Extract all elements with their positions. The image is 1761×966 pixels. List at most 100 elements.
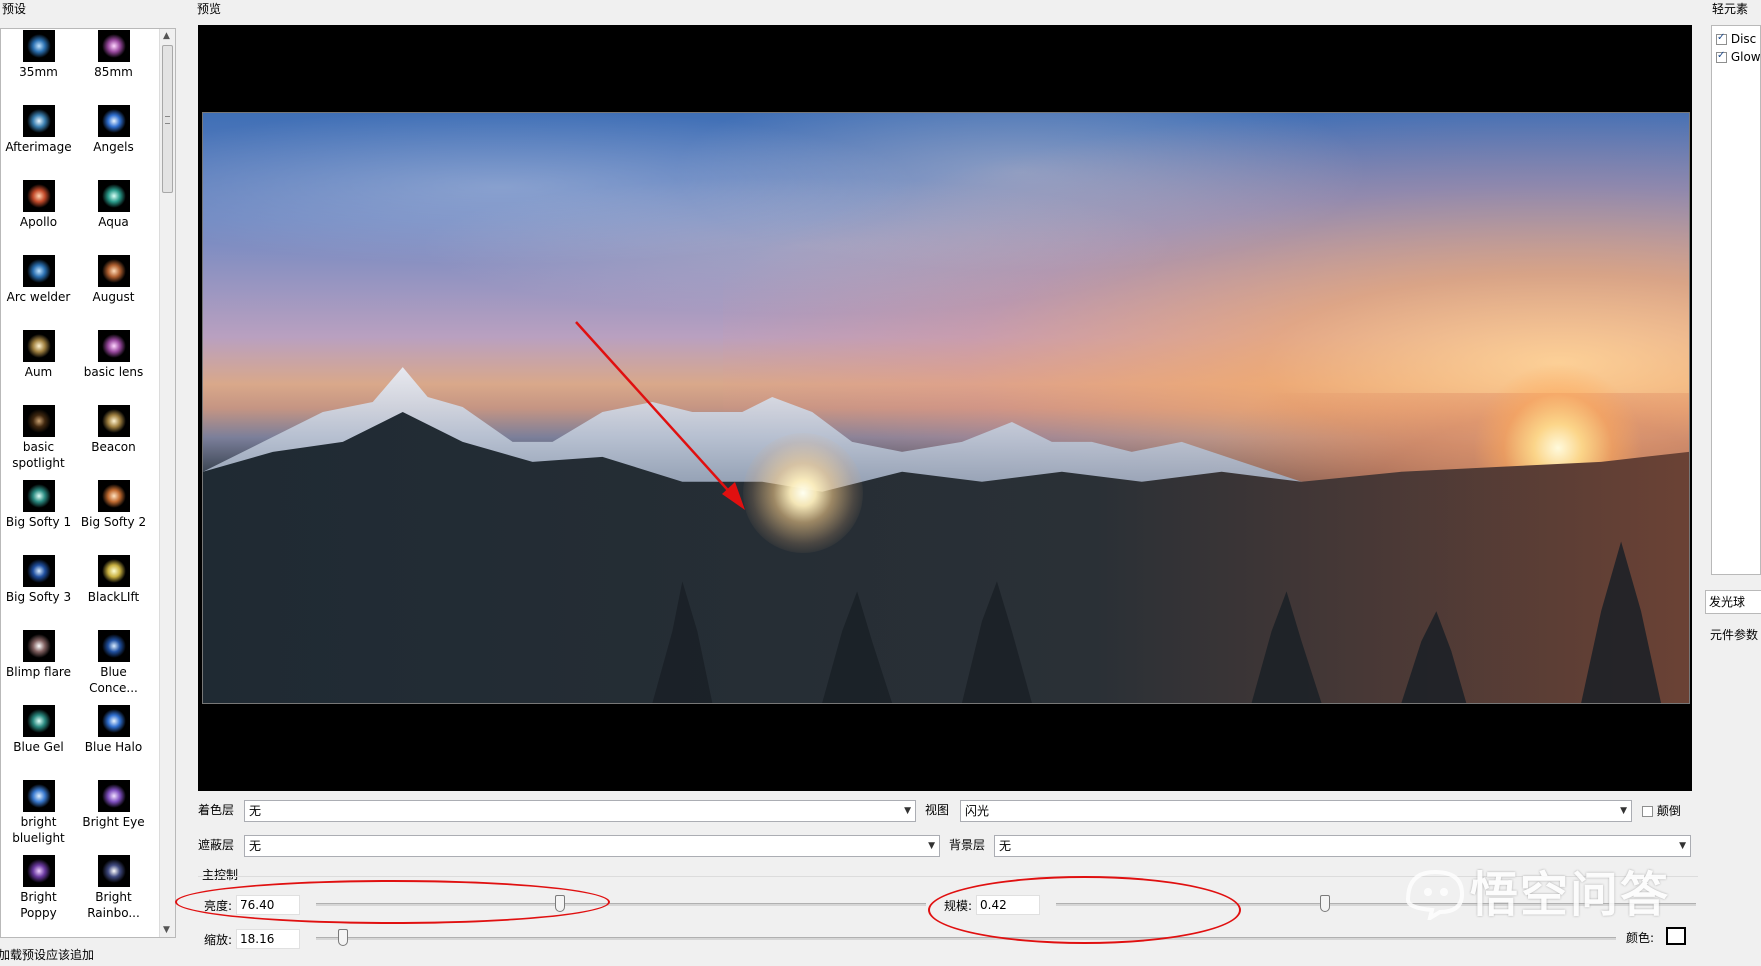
preset-item[interactable]: Blue Gel [1,704,76,779]
preset-item[interactable]: Bright Eye [76,779,151,854]
background-layer-select[interactable]: 无 ▼ [994,835,1691,857]
preset-item[interactable]: Bright Poppy [1,854,76,929]
tint-layer-value: 无 [249,804,262,818]
scroll-up-icon[interactable]: ▲ [163,31,170,41]
watermark-logo-icon [1405,869,1465,920]
tab-element-params[interactable]: 元件参数 [1710,626,1758,643]
preset-label: bright bluelight [12,815,65,845]
blue-star-icon [97,105,130,137]
tint-layer-select[interactable]: 无 ▼ [244,800,916,822]
preset-item[interactable]: Blue Conce... [76,629,151,704]
brightness-slider-handle[interactable] [555,895,565,912]
preset-item[interactable]: bright bluelight [1,779,76,854]
zoom-input[interactable]: 18.16 [236,929,300,949]
preset-item[interactable]: Big Softy 2 [76,479,151,554]
preset-label: Arc welder [6,290,71,304]
orange-flare-icon [97,255,130,287]
preset-item[interactable]: August [76,254,151,329]
elements-title: 轻元素 [1710,0,1751,17]
brightness-input[interactable]: 76.40 [236,895,300,915]
invert-checkbox[interactable] [1642,806,1653,817]
preset-label: 85mm [94,65,133,79]
preset-item[interactable]: BlackLIft [76,554,151,629]
preset-grid: 35mm 85mm Afterimage Angels Apollo Aqua Arc we… [1,29,161,929]
teal-flare-icon [97,180,130,212]
streak-flare-icon [22,105,55,137]
background-layer-label: 背景层 [949,838,986,852]
brightness-slider-track[interactable] [316,903,926,906]
teal-glow-icon [22,480,55,512]
view-select[interactable]: 闪光 ▼ [960,800,1632,822]
white-streak-icon [22,630,55,662]
preset-label: basic lens [83,365,144,379]
color-swatch[interactable] [1666,927,1686,945]
preset-label: Bright Poppy [20,890,57,920]
purple-flare-icon [22,855,55,887]
append-presets-option[interactable]: 加载预设应该追加 [0,946,94,963]
preset-label: Blimp flare [6,665,71,679]
element-glow[interactable]: Glow [1716,50,1761,64]
preset-item[interactable]: Big Softy 1 [1,479,76,554]
glow-checkbox[interactable] [1716,50,1727,63]
preset-label: Bright Rainbo... [87,890,140,920]
mask-layer-label: 遮蔽层 [198,838,235,852]
blue-flare-icon [22,30,55,62]
invert-option[interactable]: 颠倒 [1642,802,1681,819]
main-control-title: 主控制 [202,868,239,882]
preset-item[interactable]: Afterimage [1,104,76,179]
preview-image[interactable] [202,112,1690,704]
scale-label: 规模: [944,899,973,913]
mask-layer-select[interactable]: 无 ▼ [244,835,940,857]
preset-item[interactable]: Bright Rainbo... [76,854,151,929]
view-label: 视图 [925,803,950,817]
annotation-ellipse-scale [928,876,1241,944]
preset-label: Aqua [98,215,129,229]
append-presets-label: 加载预设应该追加 [0,948,95,962]
brightness-label: 亮度: [204,899,233,913]
element-disc[interactable]: Disc [1716,32,1756,46]
preset-label: Apollo [19,215,58,229]
preset-item[interactable]: Arc welder [1,254,76,329]
preset-item[interactable]: basic spotlight [1,404,76,479]
scale-input[interactable]: 0.42 [976,895,1040,915]
preset-label: Bright Eye [82,815,145,829]
elements-list[interactable]: Disc Glow [1711,25,1761,575]
tab-glowball[interactable]: 发光球 [1705,590,1761,614]
blue-glow-icon [22,555,55,587]
preset-scrollbar[interactable]: ▲ ▼ [159,29,175,937]
preset-label: Beacon [91,440,136,454]
preset-item[interactable]: Aum [1,329,76,404]
scale-slider-track[interactable] [1056,903,1696,906]
disc-checkbox[interactable] [1716,32,1727,45]
preset-item[interactable]: basic lens [76,329,151,404]
preset-item[interactable]: Beacon [76,404,151,479]
preset-item[interactable]: Blimp flare [1,629,76,704]
watermark-text: 悟空问答 [1470,867,1671,923]
scale-slider-handle[interactable] [1319,895,1330,912]
preset-item[interactable]: Blue Halo [76,704,151,779]
preset-item[interactable]: Angels [76,104,151,179]
preset-item[interactable]: 35mm [1,29,76,104]
gold-glow-icon [97,405,130,437]
yellow-glow-icon [97,555,130,587]
zoom-slider-track[interactable] [316,937,1616,940]
mountain-landscape [203,367,1689,703]
lens-flare-glow[interactable] [743,433,863,553]
zoom-slider-handle[interactable] [338,929,348,946]
preset-label: Angels [93,140,134,154]
preset-label: Big Softy 3 [5,590,72,604]
preview-title: 预览 [195,0,224,17]
preset-item[interactable]: 85mm [76,29,151,104]
preset-item[interactable]: Apollo [1,179,76,254]
element-disc-label: Disc [1730,32,1757,46]
red-flare-icon [22,180,55,212]
scroll-down-icon[interactable]: ▼ [163,925,170,935]
preset-label: Blue Gel [13,740,64,754]
watermark: 悟空问答 [1400,860,1670,923]
element-glow-label: Glow [1730,50,1761,64]
scroll-thumb[interactable] [162,45,173,193]
preset-item[interactable]: Aqua [76,179,151,254]
presets-title: 预设 [0,0,29,17]
preset-list[interactable]: 35mm 85mm Afterimage Angels Apollo Aqua Arc we… [0,28,176,938]
preset-item[interactable]: Big Softy 3 [1,554,76,629]
